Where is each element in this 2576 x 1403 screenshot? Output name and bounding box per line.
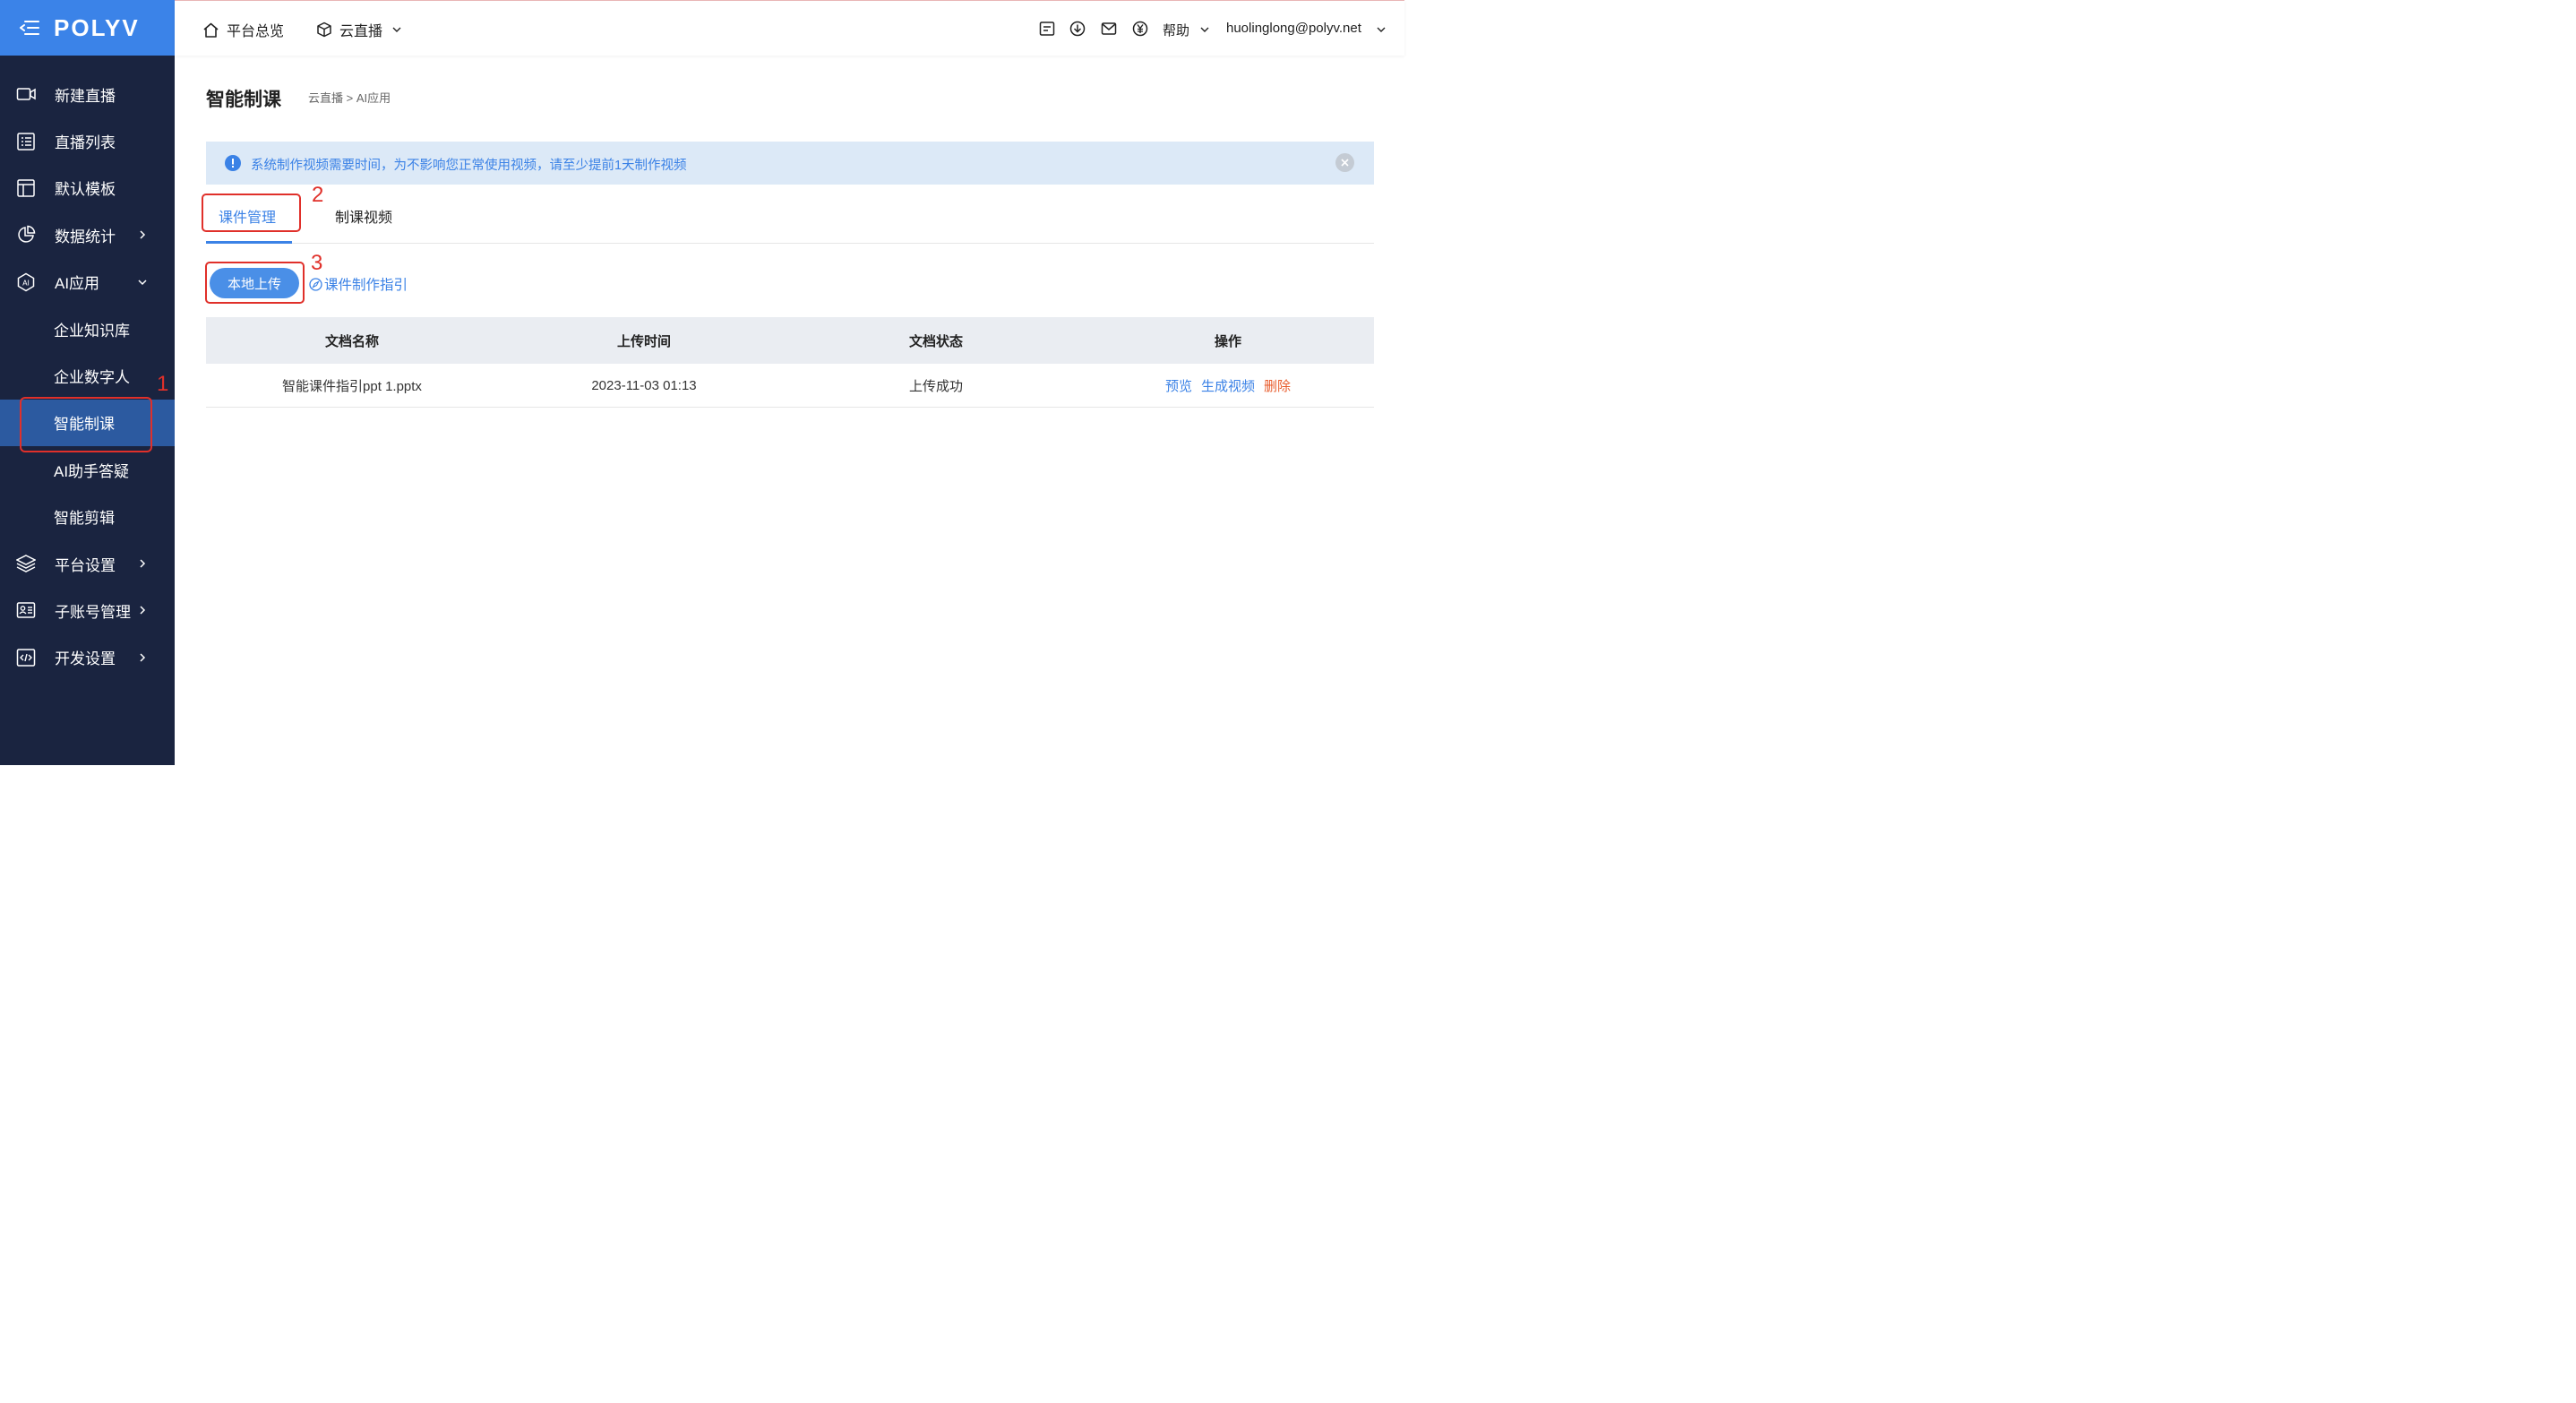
chevron-right-icon xyxy=(140,230,146,239)
user-email[interactable]: huolinglong@polyv.net xyxy=(1226,21,1361,36)
breadcrumb: 云直播 > AI应用 xyxy=(308,91,391,105)
sidebar-item-label: AI助手答疑 xyxy=(54,462,130,480)
close-icon[interactable] xyxy=(1335,153,1354,172)
sidebar-item-label: 智能剪辑 xyxy=(54,510,115,528)
platform-overview-link[interactable]: 平台总览 xyxy=(202,19,284,40)
tab-course-videos[interactable]: 制课视频 xyxy=(335,205,392,227)
pie-chart-icon xyxy=(18,226,36,244)
sidebar-item-label: 企业知识库 xyxy=(54,322,130,340)
menu-collapse-icon[interactable] xyxy=(20,20,39,36)
info-icon xyxy=(225,155,241,171)
sidebar-item-smart-editing[interactable]: 智能剪辑 xyxy=(0,494,175,540)
sidebar-item-platform-settings[interactable]: 平台设置 xyxy=(0,540,175,587)
chevron-down-icon xyxy=(1377,27,1386,32)
alert-message: 系统制作视频需要时间，为不影响您正常使用视频，请至少提前1天制作视频 xyxy=(251,159,687,173)
sidebar-item-smart-course[interactable]: 智能制课 xyxy=(0,396,175,453)
svg-text:AI: AI xyxy=(22,279,30,287)
preview-link[interactable]: 预览 xyxy=(1165,376,1192,395)
cube-icon xyxy=(317,22,331,38)
column-header: 文档状态 xyxy=(908,333,963,349)
yen-icon[interactable] xyxy=(1132,21,1148,37)
product-switcher-label: 云直播 xyxy=(339,24,383,39)
courseware-guide-label: 课件制作指引 xyxy=(324,278,408,293)
chevron-down-icon xyxy=(392,27,401,32)
courseware-table: 文档名称 上传时间 文档状态 操作 智能课件指引ppt 1.pptx 2023-… xyxy=(206,317,1374,408)
code-icon xyxy=(16,649,36,667)
logo: POLYV xyxy=(54,13,140,41)
compass-icon xyxy=(309,277,322,291)
chevron-right-icon xyxy=(140,653,146,662)
column-header: 操作 xyxy=(1214,333,1241,349)
sidebar-item-label: 直播列表 xyxy=(55,134,116,152)
sidebar-item-data-stats[interactable]: 数据统计 xyxy=(0,211,175,258)
sidebar-item-label: 新建直播 xyxy=(55,87,116,105)
sidebar-item-knowledge-base[interactable]: 企业知识库 xyxy=(0,306,175,352)
table-header: 文档名称 上传时间 文档状态 操作 xyxy=(206,317,1374,364)
courseware-guide-link[interactable]: 课件制作指引 xyxy=(309,274,408,294)
sidebar-item-label: 平台设置 xyxy=(55,556,116,574)
generate-video-link[interactable]: 生成视频 xyxy=(1201,376,1255,395)
active-tab-indicator xyxy=(206,241,292,244)
table-row: 智能课件指引ppt 1.pptx 2023-11-03 01:13 上传成功 预… xyxy=(206,364,1374,408)
highlight-box-upload xyxy=(205,262,305,304)
highlight-box-tab xyxy=(202,194,301,232)
sidebar-item-dev-settings[interactable]: 开发设置 xyxy=(0,634,175,681)
id-card-icon xyxy=(16,602,36,619)
document-icon[interactable] xyxy=(1039,21,1055,37)
sidebar-item-live-list[interactable]: 直播列表 xyxy=(0,117,175,164)
sidebar-item-new-live[interactable]: 新建直播 xyxy=(0,71,175,117)
sidebar-item-label: 数据统计 xyxy=(55,228,116,245)
sidebar-item-label: AI应用 xyxy=(55,275,100,293)
logo-bar: POLYV xyxy=(0,0,175,56)
doc-name-cell: 智能课件指引ppt 1.pptx xyxy=(282,378,422,394)
page-title: 智能制课 xyxy=(206,90,281,110)
annotation-3: 3 xyxy=(311,251,323,275)
template-icon xyxy=(17,179,35,197)
sidebar-item-ai-apps[interactable]: AI AI应用 xyxy=(0,259,175,306)
tab-bar: 课件管理 制课视频 xyxy=(206,190,1374,244)
chevron-down-icon xyxy=(138,280,147,285)
platform-overview-label: 平台总览 xyxy=(227,24,285,39)
sidebar-nav: 新建直播 直播列表 默认模板 数据统计 AI AI应用 企业知识库 企业数字人 … xyxy=(0,56,175,681)
column-header: 文档名称 xyxy=(324,333,379,349)
upload-time-cell: 2023-11-03 01:13 xyxy=(591,377,697,393)
download-icon[interactable] xyxy=(1069,21,1086,37)
annotation-2: 2 xyxy=(312,183,324,207)
sidebar-item-ai-assistant[interactable]: AI助手答疑 xyxy=(0,446,175,493)
help-menu[interactable]: 帮助 xyxy=(1163,21,1189,39)
product-switcher[interactable]: 云直播 xyxy=(316,19,402,40)
main-content: 智能制课 云直播 > AI应用 系统制作视频需要时间，为不影响您正常使用视频，请… xyxy=(175,56,1404,765)
layers-icon xyxy=(16,555,36,572)
column-header: 上传时间 xyxy=(616,333,671,349)
actions-cell: 预览 生成视频 删除 xyxy=(1082,376,1374,395)
sidebar: POLYV 新建直播 直播列表 默认模板 数据统计 AI AI应用 企业知识库 … xyxy=(0,0,175,765)
chevron-down-icon xyxy=(1200,27,1209,32)
mail-icon[interactable] xyxy=(1101,21,1117,37)
sidebar-item-default-template[interactable]: 默认模板 xyxy=(0,165,175,211)
sidebar-item-label: 默认模板 xyxy=(55,181,116,199)
list-icon xyxy=(17,132,35,151)
info-alert: 系统制作视频需要时间，为不影响您正常使用视频，请至少提前1天制作视频 xyxy=(206,142,1374,185)
sidebar-item-label: 智能制课 xyxy=(54,416,115,434)
video-icon xyxy=(16,88,36,100)
sidebar-item-label: 开发设置 xyxy=(55,650,116,668)
sidebar-item-label: 子账号管理 xyxy=(55,603,131,621)
delete-link[interactable]: 删除 xyxy=(1264,376,1291,395)
top-bar: 平台总览 云直播 帮助 huolinglong@polyv.net xyxy=(175,0,1404,56)
chevron-right-icon xyxy=(140,559,146,568)
annotation-1: 1 xyxy=(157,372,169,396)
sidebar-item-digital-human[interactable]: 企业数字人 xyxy=(0,352,175,399)
doc-status-cell: 上传成功 xyxy=(908,378,963,394)
chevron-right-icon xyxy=(140,606,146,615)
ai-hexagon-icon: AI xyxy=(17,272,35,292)
sidebar-item-sub-accounts[interactable]: 子账号管理 xyxy=(0,587,175,633)
home-icon xyxy=(203,22,219,38)
sidebar-item-label: 企业数字人 xyxy=(54,369,130,387)
